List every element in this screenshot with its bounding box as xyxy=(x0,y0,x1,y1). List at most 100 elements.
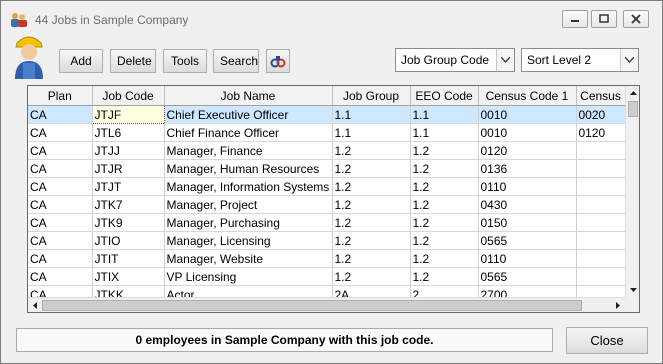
cell-census-code-1[interactable]: 0110 xyxy=(478,249,577,268)
scroll-right-button[interactable] xyxy=(610,298,625,312)
cell-plan[interactable]: CA xyxy=(28,231,93,250)
cell-plan[interactable]: CA xyxy=(28,249,93,268)
cell-job-code[interactable]: JTJJ xyxy=(92,141,165,160)
cell-job-code[interactable]: JTL6 xyxy=(92,123,165,142)
cell-census-code-1[interactable]: 0565 xyxy=(478,231,577,250)
col-header-census[interactable]: Census xyxy=(576,86,626,106)
cell-job-name[interactable]: VP Licensing xyxy=(164,267,333,286)
cell-census-code-1[interactable]: 0136 xyxy=(478,159,577,178)
cell-job-group[interactable]: 1.1 xyxy=(332,105,411,124)
col-header-job-code[interactable]: Job Code xyxy=(92,86,165,106)
cell-plan[interactable]: CA xyxy=(28,141,93,160)
cell-eeo-code[interactable]: 1.2 xyxy=(410,141,479,160)
cell-job-name[interactable]: Manager, Information Systems xyxy=(164,177,333,196)
cell-census[interactable] xyxy=(576,249,626,268)
sort-level-dropdown-button[interactable] xyxy=(620,49,638,71)
cell-job-group[interactable]: 1.2 xyxy=(332,195,411,214)
cell-plan[interactable]: CA xyxy=(28,213,93,232)
cell-plan[interactable]: CA xyxy=(28,267,93,286)
col-header-job-name[interactable]: Job Name xyxy=(164,86,333,106)
cell-census[interactable] xyxy=(576,231,626,250)
close-window-button[interactable] xyxy=(623,10,649,28)
cell-job-group[interactable]: 1.2 xyxy=(332,249,411,268)
cell-census-code-1[interactable]: 0120 xyxy=(478,141,577,160)
cell-plan[interactable]: CA xyxy=(28,105,93,124)
delete-button[interactable]: Delete xyxy=(110,49,156,73)
sort-level-select[interactable]: Sort Level 2 xyxy=(521,48,639,72)
cell-eeo-code[interactable]: 1.2 xyxy=(410,213,479,232)
cell-census[interactable] xyxy=(576,195,626,214)
cell-eeo-code[interactable]: 1.2 xyxy=(410,195,479,214)
add-button[interactable]: Add xyxy=(59,49,103,73)
table-row[interactable]: CA JTIX VP Licensing 1.2 1.2 0565 xyxy=(28,267,626,286)
cell-job-name[interactable]: Manager, Licensing xyxy=(164,231,333,250)
minimize-button[interactable] xyxy=(562,10,588,28)
cell-plan[interactable]: CA xyxy=(28,123,93,142)
close-button[interactable]: Close xyxy=(566,327,648,354)
table-row[interactable]: CA JTK9 Manager, Purchasing 1.2 1.2 0150 xyxy=(28,213,626,232)
cell-eeo-code[interactable]: 1.1 xyxy=(410,123,479,142)
cell-eeo-code[interactable]: 1.2 xyxy=(410,177,479,196)
tools-button[interactable]: Tools xyxy=(163,49,207,73)
vertical-scroll-thumb[interactable] xyxy=(628,101,638,117)
cell-job-code[interactable]: JTJR xyxy=(92,159,165,178)
table-row[interactable]: CA JTK7 Manager, Project 1.2 1.2 0430 xyxy=(28,195,626,214)
scroll-down-button[interactable] xyxy=(626,282,639,297)
cell-job-code[interactable]: JTIO xyxy=(92,231,165,250)
cell-job-group[interactable]: 1.2 xyxy=(332,267,411,286)
table-row[interactable]: CA JTJF Chief Executive Officer 1.1 1.1 0010 0… xyxy=(28,105,626,124)
maximize-button[interactable] xyxy=(591,10,617,28)
cell-job-group[interactable]: 1.1 xyxy=(332,123,411,142)
cell-census[interactable] xyxy=(576,213,626,232)
job-group-dropdown-button[interactable] xyxy=(496,49,514,71)
cell-job-name[interactable]: Manager, Website xyxy=(164,249,333,268)
jobs-grid[interactable]: Plan Job Code Job Name Job Group EEO Cod… xyxy=(27,85,640,313)
vertical-scrollbar[interactable] xyxy=(625,86,639,297)
col-header-job-group[interactable]: Job Group xyxy=(332,86,411,106)
cell-eeo-code[interactable]: 1.2 xyxy=(410,267,479,286)
cell-eeo-code[interactable]: 1.2 xyxy=(410,231,479,250)
cell-job-code[interactable]: JTJF xyxy=(91,105,165,124)
cell-eeo-code[interactable]: 1.2 xyxy=(410,159,479,178)
cell-job-code[interactable]: JTJT xyxy=(92,177,165,196)
cell-job-name[interactable]: Manager, Project xyxy=(164,195,333,214)
cell-job-code[interactable]: JTK7 xyxy=(92,195,165,214)
cell-census[interactable] xyxy=(576,267,626,286)
cell-plan[interactable]: CA xyxy=(28,159,93,178)
cell-eeo-code[interactable]: 1.1 xyxy=(410,105,479,124)
find-button[interactable] xyxy=(266,49,290,73)
cell-census-code-1[interactable]: 0010 xyxy=(478,123,577,142)
job-group-select[interactable]: Job Group Code xyxy=(395,48,515,72)
horizontal-scrollbar[interactable] xyxy=(28,297,625,312)
cell-census-code-1[interactable]: 0150 xyxy=(478,213,577,232)
cell-job-name[interactable]: Chief Finance Officer xyxy=(164,123,333,142)
cell-job-group[interactable]: 1.2 xyxy=(332,141,411,160)
cell-eeo-code[interactable]: 1.2 xyxy=(410,249,479,268)
cell-job-name[interactable]: Manager, Purchasing xyxy=(164,213,333,232)
cell-job-name[interactable]: Chief Executive Officer xyxy=(164,105,333,124)
col-header-census-code-1[interactable]: Census Code 1 xyxy=(478,86,577,106)
cell-job-group[interactable]: 1.2 xyxy=(332,177,411,196)
cell-census-code-1[interactable]: 0565 xyxy=(478,267,577,286)
horizontal-scroll-thumb[interactable] xyxy=(42,300,582,311)
cell-census-code-1[interactable]: 0110 xyxy=(478,177,577,196)
cell-job-code[interactable]: JTIT xyxy=(92,249,165,268)
cell-job-code[interactable]: JTIX xyxy=(92,267,165,286)
table-row[interactable]: CA JTJR Manager, Human Resources 1.2 1.2 0136 xyxy=(28,159,626,178)
cell-plan[interactable]: CA xyxy=(28,177,93,196)
cell-census[interactable] xyxy=(576,177,626,196)
cell-census-code-1[interactable]: 0010 xyxy=(478,105,577,124)
table-row[interactable]: CA JTL6 Chief Finance Officer 1.1 1.1 0010 012… xyxy=(28,123,626,142)
cell-job-code[interactable]: JTK9 xyxy=(92,213,165,232)
cell-census-code-1[interactable]: 0430 xyxy=(478,195,577,214)
table-row[interactable]: CA JTJJ Manager, Finance 1.2 1.2 0120 xyxy=(28,141,626,160)
cell-job-name[interactable]: Manager, Finance xyxy=(164,141,333,160)
cell-job-group[interactable]: 1.2 xyxy=(332,213,411,232)
cell-census[interactable]: 0120 xyxy=(576,123,626,142)
table-row[interactable]: CA JTJT Manager, Information Systems 1.2 1.2… xyxy=(28,177,626,196)
cell-census[interactable] xyxy=(576,141,626,160)
cell-census[interactable]: 0020 xyxy=(576,105,626,124)
col-header-plan[interactable]: Plan xyxy=(28,86,93,106)
cell-job-group[interactable]: 1.2 xyxy=(332,231,411,250)
cell-job-name[interactable]: Manager, Human Resources xyxy=(164,159,333,178)
